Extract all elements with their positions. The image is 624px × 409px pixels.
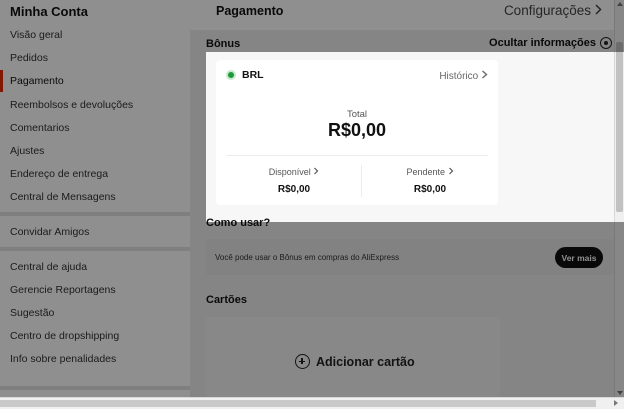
eye-icon: [600, 37, 612, 49]
sidebar-item-dropshipping-center[interactable]: Centro de dropshipping: [0, 325, 190, 347]
chevron-right-icon: [481, 70, 488, 82]
chevron-right-icon: [448, 167, 454, 177]
total-value: R$0,00: [327, 120, 387, 140]
bonus-section-title: Bônus: [206, 38, 241, 50]
sidebar-title: Minha Conta: [10, 4, 88, 19]
sidebar-item-shipping-address[interactable]: Endereço de entrega: [0, 163, 190, 185]
total-label: Total: [346, 109, 368, 120]
scroll-right-icon[interactable]: [614, 400, 618, 406]
sidebar-item-overview[interactable]: Visão geral: [0, 24, 190, 46]
history-link[interactable]: Histórico: [439, 70, 488, 82]
sidebar-divider: [0, 247, 190, 251]
chevron-right-icon: [313, 167, 319, 177]
sidebar-item-message-center[interactable]: Central de Mensagens: [0, 186, 190, 208]
available-label: Disponível: [268, 167, 311, 177]
sidebar-divider: [0, 212, 190, 216]
sidebar-item-manage-reports[interactable]: Gerencie Reportagens: [0, 279, 190, 301]
cards-section-title: Cartões: [206, 294, 247, 306]
available-balance[interactable]: Disponível R$0,00: [228, 167, 360, 195]
currency-row: BRL: [226, 69, 264, 81]
main-content: Pagamento Configurações Bônus Ocultar in…: [190, 0, 624, 397]
add-card-label: Adicionar cartão: [316, 354, 415, 369]
see-more-button[interactable]: Ver mais: [555, 247, 603, 268]
history-label: Histórico: [439, 71, 479, 82]
scrollbar-thumb[interactable]: [0, 400, 596, 407]
sidebar-item-refunds[interactable]: Reembolsos e devoluções: [0, 94, 190, 116]
how-to-use-box: Você pode usar o Bônus em compras do Ali…: [206, 239, 614, 275]
currency-radio-icon: [226, 70, 236, 80]
settings-link[interactable]: Configurações: [504, 3, 602, 18]
pending-value: R$0,00: [413, 184, 447, 195]
horizontal-scrollbar[interactable]: [0, 397, 624, 409]
account-sidebar: Minha Conta Visão geral Pedidos Pagament…: [0, 0, 190, 397]
bonus-panel: BRL Histórico Total R$0,00 Disponível R$…: [206, 52, 624, 222]
settings-link-label: Configurações: [503, 3, 591, 18]
bonus-card: BRL Histórico Total R$0,00 Disponível R$…: [216, 60, 498, 205]
how-to-use-title: Como usar?: [206, 217, 271, 229]
page-title: Pagamento: [216, 4, 284, 18]
sidebar-item-settings[interactable]: Ajustes: [0, 140, 190, 162]
sidebar-divider: [0, 386, 190, 390]
currency-label: BRL: [242, 69, 264, 81]
scrollbar-thumb[interactable]: [616, 42, 623, 212]
scroll-down-icon[interactable]: [617, 391, 623, 395]
sidebar-item-payment[interactable]: Pagamento: [0, 70, 190, 92]
sidebar-item-comments[interactable]: Comentarios: [0, 117, 190, 139]
divider: [361, 165, 362, 197]
scroll-up-icon[interactable]: [617, 2, 623, 6]
hide-info-toggle[interactable]: Ocultar informações: [489, 37, 612, 49]
vertical-scrollbar[interactable]: [614, 0, 624, 397]
sidebar-item-help-center[interactable]: Central de ajuda: [0, 256, 190, 278]
sidebar-item-orders[interactable]: Pedidos: [0, 47, 190, 69]
plus-circle-icon: [295, 354, 310, 369]
sidebar-item-suggestion[interactable]: Sugestão: [0, 302, 190, 324]
payment-header: Pagamento Configurações: [190, 0, 614, 30]
pending-label: Pendente: [406, 167, 446, 177]
how-to-use-text: Você pode usar o Bônus em compras do Ali…: [215, 253, 400, 262]
add-card-button[interactable]: Adicionar cartão: [206, 317, 500, 397]
chevron-right-icon: [594, 3, 602, 18]
sidebar-item-invite-friends[interactable]: Convidar Amigos: [0, 221, 190, 243]
hide-info-label: Ocultar informações: [489, 37, 596, 49]
available-value: R$0,00: [277, 184, 311, 195]
pending-balance[interactable]: Pendente R$0,00: [364, 167, 496, 195]
divider: [226, 155, 488, 156]
sidebar-item-penalties[interactable]: Info sobre penalidades: [0, 348, 190, 370]
